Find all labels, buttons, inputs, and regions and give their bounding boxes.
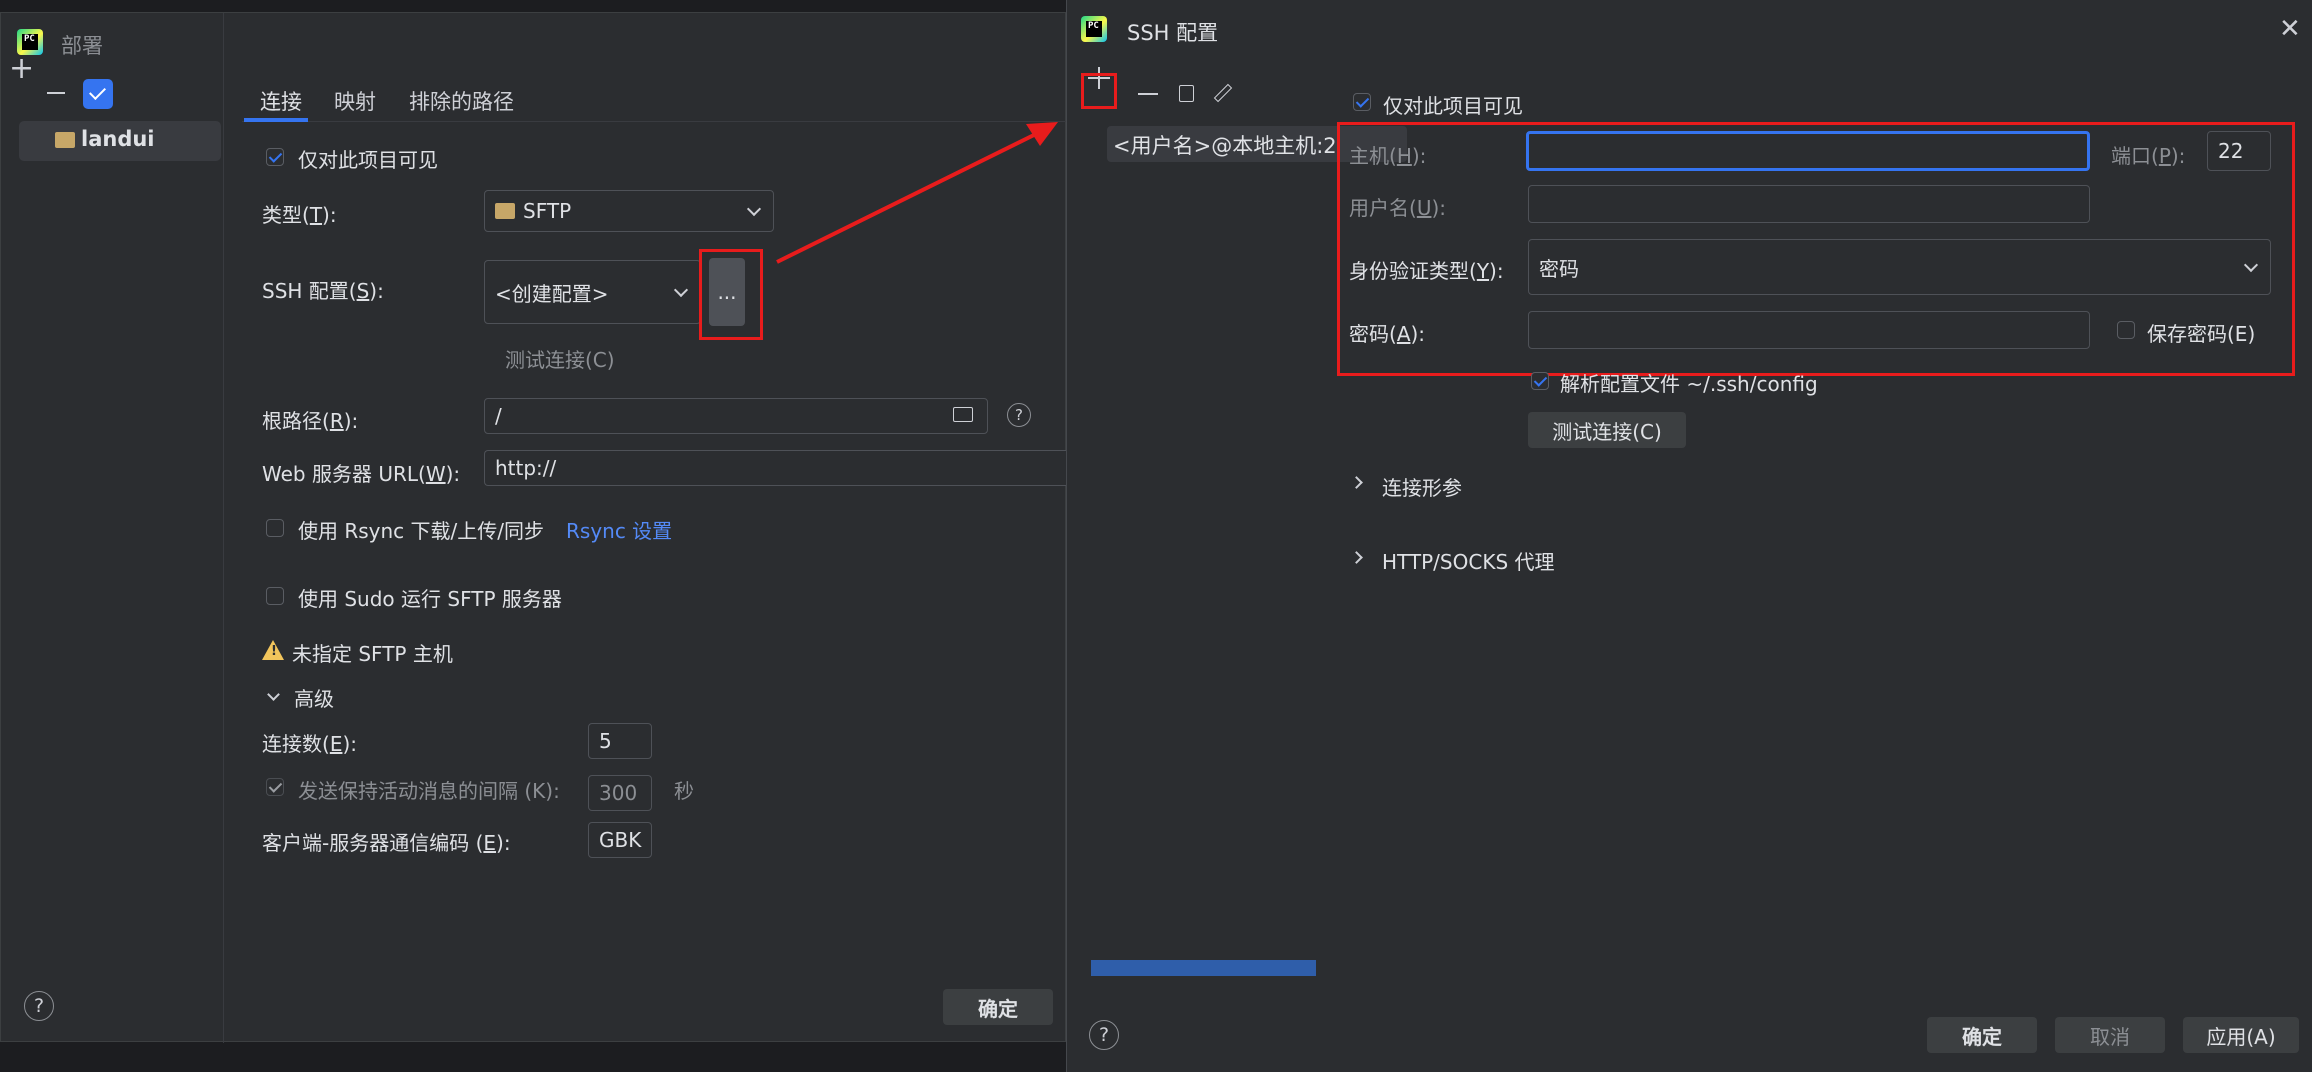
sudo-checkbox[interactable] — [266, 587, 284, 605]
server-name: landui — [81, 127, 155, 151]
annotation-box-form — [1337, 122, 2295, 376]
encoding-label: 客户端-服务器通信编码 (E): — [262, 831, 511, 855]
encoding-value: GBK — [599, 828, 642, 852]
pycharm-logo-icon: PC — [1081, 16, 1107, 42]
conn-count-label: 连接数(E): — [262, 732, 357, 756]
proxy-label[interactable]: HTTP/SOCKS 代理 — [1382, 546, 1555, 575]
keepalive-unit: 秒 — [674, 779, 694, 803]
web-url-input[interactable]: http:// — [484, 450, 1067, 486]
visible-only-label: 仅对此项目可见 — [1383, 94, 1523, 118]
ssh-config-dialog: PC SSH 配置 ✕ <用户名>@本地主机:2 仅对此项目可见 主机(H): … — [1066, 0, 2312, 1072]
parse-config-checkbox[interactable] — [1531, 372, 1549, 390]
close-icon[interactable]: ✕ — [2279, 14, 2301, 44]
tab-connection[interactable]: 连接 — [260, 86, 302, 116]
remove-server-icon[interactable] — [47, 92, 65, 94]
visible-only-checkbox[interactable] — [1353, 93, 1371, 111]
type-value: SFTP — [523, 199, 572, 223]
warning-icon: ! — [262, 640, 284, 660]
test-connection-link[interactable]: 测试连接(C) — [505, 344, 615, 373]
root-path-label: 根路径(R): — [262, 409, 359, 433]
keepalive-checkbox[interactable] — [266, 778, 284, 796]
visible-only-checkbox[interactable] — [266, 148, 284, 166]
ssh-config-select[interactable]: <创建配置> — [484, 260, 701, 324]
type-label: 类型(T): — [262, 203, 337, 227]
rsync-checkbox[interactable] — [266, 519, 284, 537]
cancel-button[interactable]: 取消 — [2055, 1017, 2165, 1053]
edit-config-icon[interactable] — [1213, 83, 1233, 103]
copy-config-icon[interactable] — [1179, 85, 1194, 102]
help-button[interactable]: ? — [24, 991, 54, 1021]
selected-tab-indicator — [244, 118, 308, 122]
ssh-config-value: <创建配置> — [495, 281, 609, 306]
test-connection-button[interactable]: 测试连接(C) — [1528, 412, 1686, 448]
conn-count-value: 5 — [599, 729, 612, 753]
ssh-config-label: SSH 配置(S): — [262, 279, 384, 303]
config-item-label: <用户名>@本地主机:2 — [1113, 134, 1337, 158]
sidebar-divider — [223, 13, 224, 1043]
apply-button[interactable]: 应用(A) — [2183, 1017, 2299, 1053]
ok-button[interactable]: 确定 — [1927, 1017, 2037, 1053]
tabs-divider — [242, 121, 1067, 122]
web-url-value: http:// — [495, 456, 557, 480]
type-select[interactable]: SFTP — [484, 190, 774, 232]
keepalive-value: 300 — [599, 781, 638, 805]
dialog-title: 部署 — [61, 34, 103, 58]
root-path-input[interactable]: / — [484, 398, 988, 434]
add-server-icon[interactable]: + — [9, 51, 34, 86]
advanced-label[interactable]: 高级 — [294, 683, 334, 712]
web-url-label: Web 服务器 URL(W): — [262, 462, 461, 486]
warning-text: 未指定 SFTP 主机 — [292, 642, 453, 666]
root-path-value: / — [495, 404, 502, 428]
ok-button[interactable]: 确定 — [943, 989, 1053, 1025]
conn-params-label[interactable]: 连接形参 — [1382, 472, 1462, 501]
advanced-chevron-icon[interactable] — [267, 688, 280, 701]
default-server-icon[interactable] — [83, 79, 113, 109]
sudo-label: 使用 Sudo 运行 SFTP 服务器 — [298, 587, 562, 611]
help-icon[interactable]: ? — [1007, 403, 1031, 427]
deployment-dialog: PC 部署 + landui 连接 映射 排除的路径 仅对此项目可见 类型(T)… — [0, 12, 1067, 1043]
tab-mappings[interactable]: 映射 — [334, 86, 376, 116]
rsync-settings-link[interactable]: Rsync 设置 — [566, 515, 672, 544]
annotation-box-add — [1081, 73, 1117, 109]
encoding-input[interactable]: GBK — [588, 822, 652, 858]
progress-bar — [1091, 960, 1316, 976]
conn-count-input[interactable]: 5 — [588, 723, 652, 759]
sftp-server-icon — [55, 132, 75, 148]
rsync-label: 使用 Rsync 下载/上传/同步 — [298, 519, 545, 543]
annotation-box-ellipsis — [699, 249, 763, 340]
keepalive-input[interactable]: 300 — [588, 775, 652, 811]
parse-config-label: 解析配置文件 ~/.ssh/config — [1560, 372, 1818, 396]
dialog-title: SSH 配置 — [1127, 21, 1219, 45]
proxy-chevron-icon[interactable] — [1350, 551, 1363, 564]
folder-icon[interactable] — [953, 407, 973, 422]
conn-params-chevron-icon[interactable] — [1350, 476, 1363, 489]
sftp-type-icon — [495, 203, 515, 219]
visible-only-label: 仅对此项目可见 — [298, 148, 438, 172]
tab-excluded-paths[interactable]: 排除的路径 — [409, 86, 514, 116]
remove-config-icon[interactable] — [1138, 93, 1158, 95]
help-button[interactable]: ? — [1089, 1020, 1119, 1050]
keepalive-label: 发送保持活动消息的间隔 (K): — [298, 779, 560, 803]
server-list-item[interactable]: landui — [19, 121, 221, 161]
